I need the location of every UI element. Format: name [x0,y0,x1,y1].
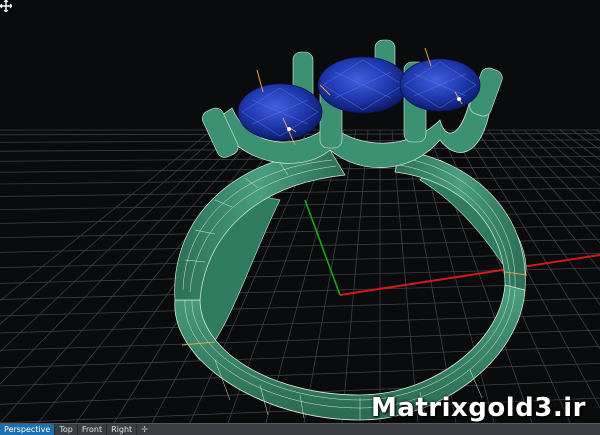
move-cursor-icon [0,0,12,12]
grid-line [595,129,600,133]
grid-line [547,129,600,173]
center-gem [317,56,409,114]
grid-line [475,129,600,306]
tab-front[interactable]: Front [78,424,108,435]
tab-right[interactable]: Right [107,424,138,435]
grid-line [341,129,369,423]
grid-line [0,362,600,387]
tab-perspective[interactable]: Perspective [0,424,56,435]
app-window: Matrixgold3.ir Perspective Top Front Rig… [0,0,600,435]
viewport-scene [0,39,600,423]
x-axis-line [339,254,600,296]
grid-line [523,129,600,202]
grid-line [0,346,600,369]
viewport-tab-bar: Perspective Top Front Right ✛ [0,423,600,435]
watermark-text: Matrixgold3.ir [370,393,586,423]
grid-line [535,129,600,187]
grid-line [0,187,600,197]
perspective-viewport[interactable]: Matrixgold3.ir [0,0,600,423]
right-gem [399,58,481,112]
ring-shoulder-right [394,149,528,291]
grid-line [451,129,600,409]
grid-line [571,129,600,151]
left-gem [237,83,323,141]
grid-line [0,199,600,211]
plus-icon[interactable]: ✛ [137,424,152,435]
tab-top[interactable]: Top [55,424,78,435]
